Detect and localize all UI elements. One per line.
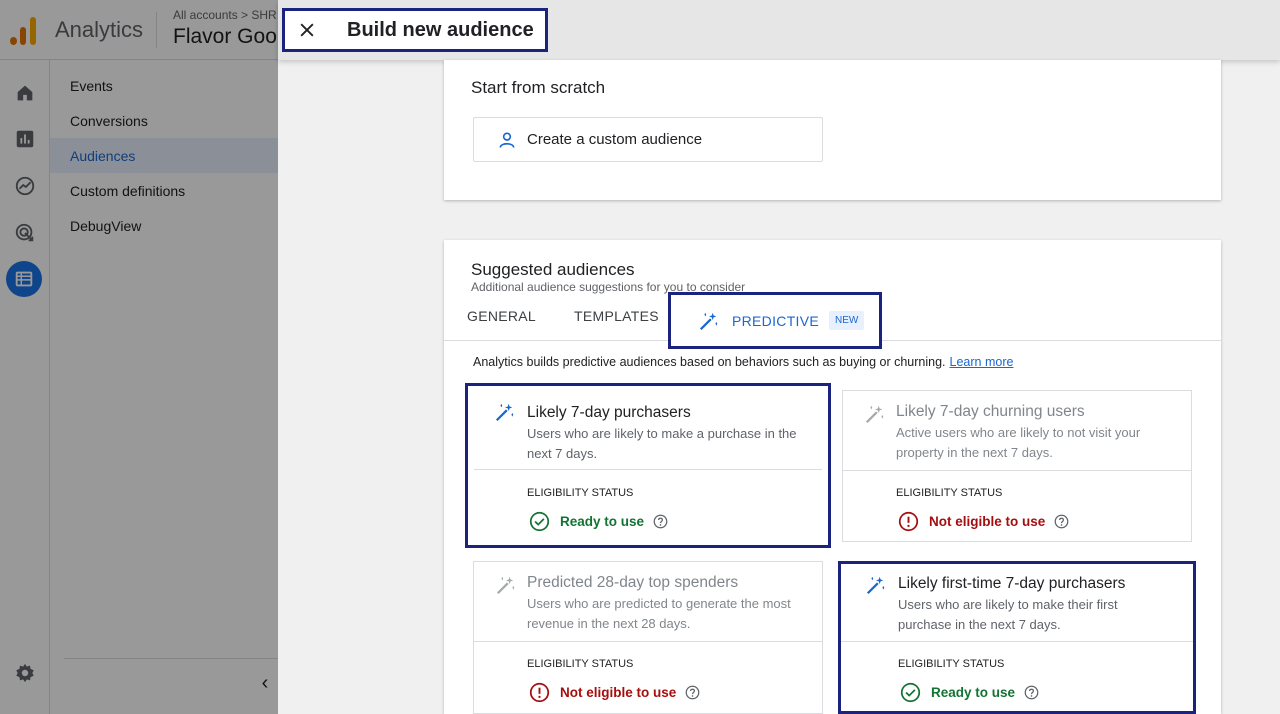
eligibility-label: ELIGIBILITY STATUS xyxy=(898,658,1005,670)
start-from-scratch-card: Start from scratch Create a custom audie… xyxy=(444,60,1221,200)
magic-wand-icon xyxy=(496,576,515,595)
close-icon[interactable] xyxy=(295,18,319,42)
eligibility-label: ELIGIBILITY STATUS xyxy=(896,487,1003,499)
build-audience-panel: Build new audience Start from scratch Cr… xyxy=(278,0,1280,714)
audience-card-likely-first-time-7-day-purchasers[interactable]: Likely first-time 7-day purchasers Users… xyxy=(838,561,1196,714)
status-text: Ready to use xyxy=(560,513,645,529)
eligibility-status: Ready to use xyxy=(529,509,668,533)
audience-title: Predicted 28-day top spenders xyxy=(527,574,739,591)
audience-description: Users who are likely to make their first… xyxy=(898,597,1118,632)
audience-card-likely-7-day-churning-users[interactable]: Likely 7-day churning users Active users… xyxy=(842,390,1192,542)
dialog-title: Build new audience xyxy=(347,18,534,41)
tab-predictive-label: PREDICTIVE xyxy=(732,312,820,329)
scratch-title: Start from scratch xyxy=(471,78,606,97)
person-icon xyxy=(499,132,515,148)
check-circle-icon xyxy=(900,682,921,702)
audience-divider xyxy=(841,641,1193,642)
audience-divider xyxy=(474,469,822,470)
panel-title-bar: Build new audience xyxy=(282,8,548,52)
predictive-description: Analytics builds predictive audiences ba… xyxy=(473,355,1013,369)
help-icon[interactable] xyxy=(653,514,668,529)
eligibility-status: Not eligible to use xyxy=(529,680,700,704)
check-circle-icon xyxy=(529,511,550,531)
tab-predictive[interactable]: PREDICTIVE NEW xyxy=(668,292,882,349)
suggested-title: Suggested audiences xyxy=(471,260,635,279)
new-badge: NEW xyxy=(829,311,865,330)
magic-wand-icon xyxy=(865,405,884,424)
tab-general[interactable]: GENERAL xyxy=(467,308,536,324)
audience-description: Users who are predicted to generate the … xyxy=(527,596,791,631)
error-circle-icon xyxy=(898,511,919,531)
magic-wand-icon xyxy=(495,403,514,422)
status-text: Not eligible to use xyxy=(929,513,1046,529)
audience-title: Likely 7-day purchasers xyxy=(527,404,691,421)
audience-card-predicted-28-day-top-spenders[interactable]: Predicted 28-day top spenders Users who … xyxy=(473,561,823,714)
help-icon[interactable] xyxy=(1024,685,1039,700)
predictive-description-text: Analytics builds predictive audiences ba… xyxy=(473,355,946,369)
audience-title: Likely 7-day churning users xyxy=(896,403,1085,420)
audience-title: Likely first-time 7-day purchasers xyxy=(898,575,1126,592)
error-circle-icon xyxy=(529,682,550,702)
status-text: Not eligible to use xyxy=(560,684,677,700)
magic-wand-icon xyxy=(866,576,885,595)
help-icon[interactable] xyxy=(1054,514,1069,529)
audience-description: Users who are likely to make a purchase … xyxy=(527,426,797,461)
status-text: Ready to use xyxy=(931,684,1016,700)
create-custom-audience-label: Create a custom audience xyxy=(527,131,703,148)
eligibility-status: Not eligible to use xyxy=(898,509,1069,533)
panel-header: Build new audience xyxy=(278,0,1280,60)
eligibility-label: ELIGIBILITY STATUS xyxy=(527,658,634,670)
help-icon[interactable] xyxy=(685,685,700,700)
create-custom-audience-button[interactable]: Create a custom audience xyxy=(473,117,823,162)
eligibility-status: Ready to use xyxy=(900,680,1039,704)
magic-wand-icon xyxy=(699,312,718,330)
audience-card-likely-7-day-purchasers[interactable]: Likely 7-day purchasers Users who are li… xyxy=(465,383,831,548)
tab-templates[interactable]: TEMPLATES xyxy=(574,308,659,324)
audience-divider xyxy=(843,470,1191,471)
audience-description: Active users who are likely to not visit… xyxy=(896,425,1141,460)
learn-more-link[interactable]: Learn more xyxy=(950,355,1014,369)
eligibility-label: ELIGIBILITY STATUS xyxy=(527,487,634,499)
audience-divider xyxy=(474,641,822,642)
